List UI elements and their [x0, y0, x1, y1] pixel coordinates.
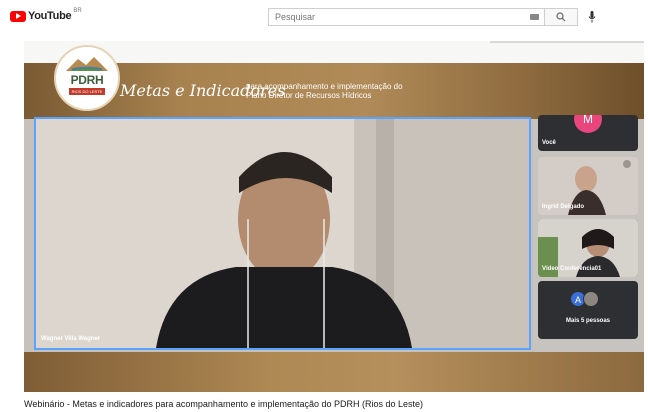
mic-icon — [588, 11, 596, 23]
top-bar: YouTube BR — [0, 0, 648, 34]
avatar — [583, 291, 599, 307]
participant-label: Vídeo Conferência01 — [542, 266, 602, 272]
participant-tile-you[interactable]: M Você — [538, 115, 638, 151]
participant-label: Ingrid Delgado — [542, 204, 584, 210]
banner-subtitle-line2: Plano Diretor de Recursos Hídricos — [246, 91, 372, 100]
participant-label: Você — [542, 140, 556, 146]
more-participants-tile[interactable]: A Mais 5 pessoas — [538, 281, 638, 339]
search-bar — [268, 8, 578, 26]
speaker-video — [36, 119, 529, 348]
search-input[interactable] — [268, 8, 544, 26]
banner-subtitle: para acompanhamento e implementação do P… — [246, 82, 403, 100]
search-icon — [556, 12, 566, 22]
participants-panel: M Você Ingrid Delgado Vídeo Conferência0… — [534, 115, 644, 352]
banner-subtitle-line1: para acompanhamento e implementação do — [246, 82, 403, 91]
more-avatars: A — [570, 291, 599, 307]
mic-button[interactable] — [585, 10, 599, 24]
banner-bottom-strip — [24, 352, 644, 392]
avatar: M — [574, 115, 602, 133]
main-speaker-tile: Wagner Villa Wagner — [34, 117, 531, 350]
participant-tile-ingrid[interactable]: Ingrid Delgado — [538, 157, 638, 215]
logo-subtext: RIOS DO LESTE — [69, 88, 105, 95]
country-code: BR — [73, 8, 82, 14]
search-button[interactable] — [544, 8, 578, 26]
youtube-play-icon — [10, 10, 26, 22]
landscape-icon — [66, 57, 108, 71]
video-title: Webinário - Metas e indicadores para aco… — [24, 399, 424, 409]
video-player[interactable]: Metas e Indicadores para acompanhamento … — [24, 41, 644, 392]
more-participants-label: Mais 5 pessoas — [565, 318, 611, 324]
youtube-page: YouTube BR Metas e Indicadores — [0, 0, 648, 412]
pdrh-logo: PDRH RIOS DO LESTE — [54, 45, 120, 111]
youtube-logo[interactable]: YouTube BR — [10, 8, 82, 22]
participant-tile-conference[interactable]: Vídeo Conferência01 — [538, 219, 638, 277]
logo-text: PDRH — [70, 73, 104, 87]
keyboard-icon[interactable] — [530, 14, 539, 20]
main-speaker-name: Wagner Villa Wagner — [41, 336, 101, 342]
youtube-brand-text: YouTube — [28, 10, 72, 22]
